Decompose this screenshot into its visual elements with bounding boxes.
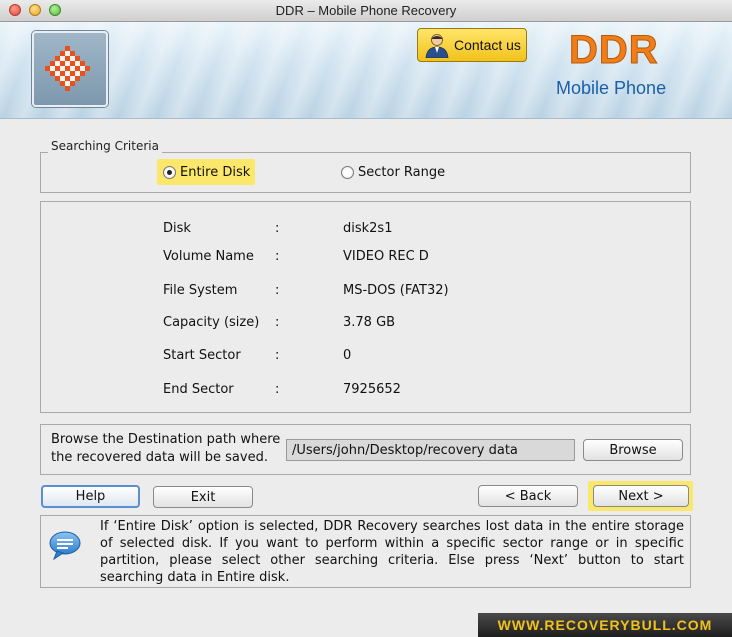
window-title: DDR – Mobile Phone Recovery <box>275 3 457 18</box>
info-value: VIDEO REC D <box>343 249 429 264</box>
support-person-icon <box>425 34 449 58</box>
radio-unselected-icon[interactable] <box>341 165 354 179</box>
destination-path-input[interactable] <box>286 439 575 461</box>
destination-prompt: Browse the Destination path where the re… <box>51 432 281 465</box>
info-value: 0 <box>343 348 352 363</box>
back-button[interactable]: < Back <box>478 485 578 507</box>
website-footer: WWW.RECOVERYBULL.COM <box>478 613 732 637</box>
speech-bubble-icon <box>49 531 81 560</box>
info-label: End Sector <box>163 382 234 397</box>
help-button[interactable]: Help <box>41 485 140 508</box>
info-value: 7925652 <box>343 382 401 397</box>
info-label: Disk <box>163 221 191 236</box>
checker-logo-icon <box>45 46 90 91</box>
info-label: Start Sector <box>163 348 241 363</box>
help-message-text: If ‘Entire Disk’ option is selected, DDR… <box>100 519 684 585</box>
info-label: File System <box>163 283 238 298</box>
entire-disk-radio[interactable]: Entire Disk <box>157 159 255 185</box>
info-value: MS-DOS (FAT32) <box>343 283 449 298</box>
sector-range-radio[interactable]: Sector Range <box>340 159 445 185</box>
browse-button[interactable]: Browse <box>583 439 683 461</box>
brand-product: Mobile Phone <box>556 78 667 98</box>
info-value: 3.78 GB <box>343 315 396 330</box>
contact-us-label: Contact us <box>454 37 521 53</box>
app-logo <box>32 31 108 107</box>
sector-range-label: Sector Range <box>358 164 446 180</box>
info-separator: : <box>275 382 280 397</box>
title-bar: DDR – Mobile Phone Recovery <box>0 0 732 22</box>
info-separator: : <box>275 315 280 330</box>
searching-criteria-legend: Searching Criteria <box>48 139 162 153</box>
info-separator: : <box>275 283 280 298</box>
contact-us-button[interactable]: Contact us <box>417 28 527 62</box>
info-separator: : <box>275 348 280 363</box>
info-separator: : <box>275 221 280 236</box>
app-window: DDR – Mobile Phone Recovery Contact us D… <box>0 0 732 637</box>
next-button[interactable]: Next > <box>593 485 689 507</box>
info-label: Volume Name <box>163 249 254 264</box>
info-value: disk2s1 <box>343 221 393 236</box>
entire-disk-label: Entire Disk <box>180 164 251 180</box>
header-banner: Contact us DDR Mobile Phone <box>0 22 732 119</box>
brand-name: DDR <box>569 28 659 73</box>
radio-selected-icon[interactable] <box>163 165 176 179</box>
exit-button[interactable]: Exit <box>153 486 253 508</box>
info-label: Capacity (size) <box>163 315 260 330</box>
info-separator: : <box>275 249 280 264</box>
